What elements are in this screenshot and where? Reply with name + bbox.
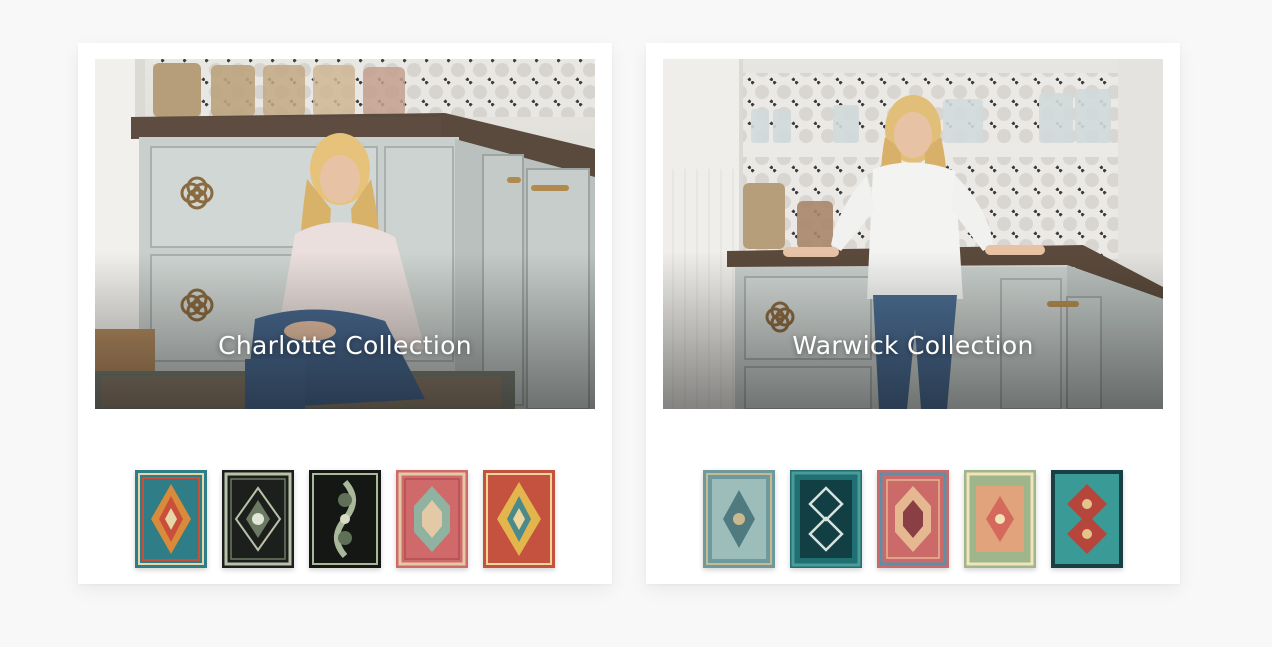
- rug-thumb-aqua-red[interactable]: [1051, 470, 1123, 568]
- rug-thumb-teal-orange[interactable]: [135, 470, 207, 568]
- rug-thumb-teal-white[interactable]: [790, 470, 862, 568]
- rug-thumb-red-gold[interactable]: [483, 470, 555, 568]
- collection-title: Warwick Collection: [792, 331, 1034, 360]
- rug-thumbnails: [78, 470, 612, 568]
- rug-thumb-sage-peach[interactable]: [964, 470, 1036, 568]
- rug-thumbnails: [646, 470, 1180, 568]
- rug-thumb-rose-blue[interactable]: [877, 470, 949, 568]
- rug-thumb-blue-grey[interactable]: [703, 470, 775, 568]
- collection-title: Charlotte Collection: [218, 331, 472, 360]
- charlotte-collection-link[interactable]: Charlotte Collection: [95, 59, 595, 409]
- rug-thumb-pink-sage[interactable]: [396, 470, 468, 568]
- rug-thumb-black-medallion[interactable]: [222, 470, 294, 568]
- rug-thumb-black-floral[interactable]: [309, 470, 381, 568]
- collection-card-charlotte: Charlotte Collection: [78, 43, 612, 584]
- warwick-collection-link[interactable]: Warwick Collection: [663, 59, 1163, 409]
- collection-card-warwick: Warwick Collection: [646, 43, 1180, 584]
- collections-page: Charlotte Collection Warwick Collection: [0, 0, 1272, 647]
